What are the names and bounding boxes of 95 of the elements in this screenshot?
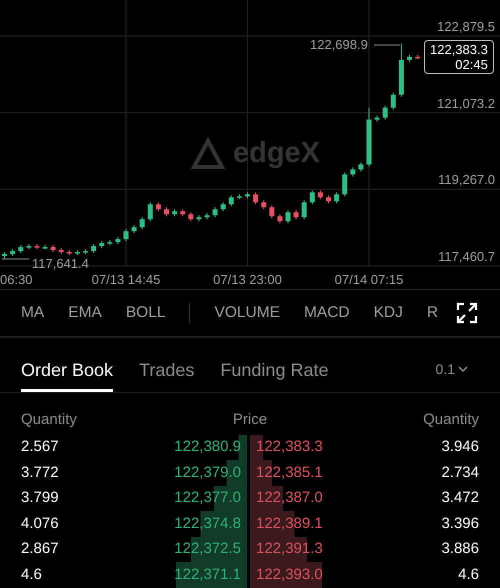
ask-quantity: 2.734 bbox=[440, 462, 479, 483]
candle bbox=[83, 248, 88, 255]
candle bbox=[99, 240, 104, 249]
candle bbox=[236, 194, 242, 200]
indicator-tab[interactable]: R bbox=[426, 301, 438, 325]
candle bbox=[66, 250, 72, 256]
indicator-tab[interactable]: VOLUME bbox=[214, 301, 280, 325]
candle bbox=[286, 210, 290, 224]
logo-icon bbox=[190, 136, 226, 169]
low-price-label: 117,641.4 bbox=[32, 257, 89, 270]
ask-quantity: 3.886 bbox=[440, 539, 479, 560]
time-axis-label: 07/13 14:45 bbox=[92, 273, 160, 286]
candle bbox=[245, 192, 250, 199]
candle bbox=[220, 202, 226, 212]
candle bbox=[140, 216, 145, 230]
candle bbox=[261, 200, 266, 210]
candle bbox=[164, 206, 169, 217]
time-axis-label: 07/13 23:00 bbox=[213, 273, 282, 286]
candle bbox=[374, 115, 380, 122]
bid-quantity: 3.799 bbox=[21, 488, 60, 508]
bid-quantity: 4.076 bbox=[21, 514, 60, 534]
bid-quantity: 4.6 bbox=[21, 565, 43, 586]
column-header: Quantity bbox=[423, 410, 479, 430]
candle bbox=[366, 107, 372, 167]
column-header: Quantity bbox=[21, 410, 77, 430]
candle bbox=[107, 240, 112, 246]
last-price: 122,383.3 bbox=[430, 42, 488, 57]
ask-quantity: 3.946 bbox=[440, 437, 479, 458]
bid-quantity: 2.567 bbox=[21, 437, 60, 458]
ask-quantity: 4.6 bbox=[457, 565, 479, 586]
indicator-tab[interactable]: MACD bbox=[304, 301, 350, 325]
time-axis-label: 06:30 bbox=[0, 273, 33, 286]
column-header: Price bbox=[232, 410, 268, 430]
candle bbox=[10, 248, 16, 257]
candle bbox=[115, 236, 120, 245]
candle bbox=[326, 194, 331, 204]
candle bbox=[34, 244, 40, 250]
candle bbox=[26, 244, 32, 250]
tab[interactable]: Trades bbox=[139, 357, 194, 392]
candle bbox=[204, 212, 210, 220]
candle bbox=[124, 228, 128, 242]
price-axis-label: 122,879.5 bbox=[437, 20, 495, 33]
candle bbox=[398, 43, 404, 98]
candle bbox=[294, 210, 299, 220]
candle bbox=[269, 204, 274, 219]
indicator-tab[interactable]: MA bbox=[21, 301, 44, 325]
ask-quantity: 3.472 bbox=[440, 488, 479, 508]
countdown: 02:45 bbox=[455, 57, 488, 72]
high-price-label: 122,698.9 bbox=[310, 38, 368, 51]
tab[interactable]: Funding Rate bbox=[220, 357, 328, 392]
candle bbox=[277, 214, 282, 224]
candle bbox=[382, 105, 388, 120]
candle bbox=[172, 208, 178, 217]
precision-dropdown[interactable]: 0.1 bbox=[436, 359, 468, 380]
candle bbox=[342, 172, 348, 197]
indicator-tab[interactable]: EMA bbox=[68, 301, 102, 325]
candle bbox=[350, 166, 356, 177]
candle bbox=[74, 250, 80, 256]
bid-quantity: 2.867 bbox=[21, 539, 60, 560]
candle bbox=[415, 54, 420, 60]
candle bbox=[2, 252, 7, 259]
candle bbox=[253, 192, 258, 205]
leader-line bbox=[2, 258, 30, 260]
candle bbox=[188, 212, 194, 222]
candle bbox=[91, 244, 96, 254]
candle bbox=[390, 92, 396, 110]
bid-quantity: 3.772 bbox=[21, 462, 60, 483]
candle bbox=[358, 162, 364, 172]
price-axis-label: 119,267.0 bbox=[438, 173, 495, 186]
candle bbox=[302, 200, 307, 220]
indicator-tab[interactable]: KDJ bbox=[374, 301, 403, 325]
candle bbox=[334, 192, 340, 204]
tab[interactable]: Order Book bbox=[21, 357, 114, 392]
fullscreen-icon[interactable] bbox=[456, 302, 478, 324]
candle bbox=[18, 244, 24, 254]
price-axis-label: 117,460.7 bbox=[438, 250, 495, 263]
candle bbox=[180, 208, 186, 217]
time-axis-label: 07/14 07:15 bbox=[334, 273, 404, 286]
candle bbox=[228, 194, 234, 207]
candle bbox=[156, 202, 161, 212]
candle bbox=[50, 244, 56, 253]
candle bbox=[58, 248, 64, 255]
candle bbox=[196, 214, 202, 222]
price-axis-label: 121,073.2 bbox=[437, 96, 495, 110]
ask-quantity: 3.396 bbox=[440, 514, 479, 534]
candle bbox=[132, 224, 137, 234]
candle bbox=[318, 190, 323, 200]
candle bbox=[407, 54, 412, 62]
candle bbox=[212, 206, 218, 218]
chevron-down-icon bbox=[458, 366, 468, 373]
candle bbox=[310, 190, 315, 205]
indicator-tab[interactable]: BOLL bbox=[126, 301, 166, 325]
candle bbox=[148, 202, 153, 222]
leader-line bbox=[374, 44, 400, 46]
candle bbox=[42, 244, 48, 250]
